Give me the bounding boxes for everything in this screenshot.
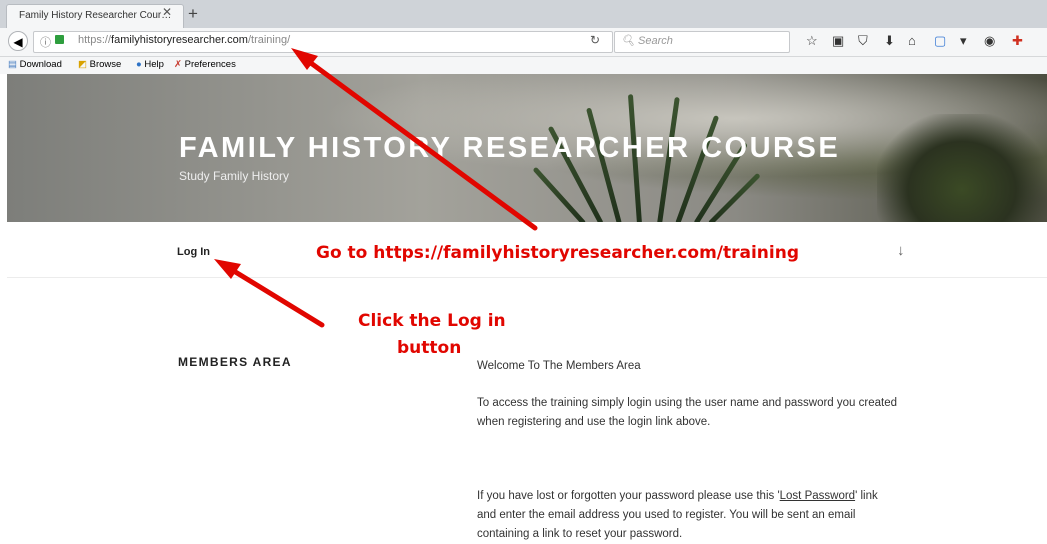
arrow-to-login-head (214, 259, 241, 279)
welcome-text: Welcome To The Members Area (477, 360, 641, 372)
reload-icon[interactable]: ↻ (590, 33, 600, 47)
url-domain: familyhistoryresearcher.com (111, 34, 248, 46)
info-icon[interactable]: ⓘ (40, 34, 51, 50)
tab-close-icon[interactable]: ✕ (162, 5, 172, 19)
arrow-to-login (221, 262, 325, 328)
url-text[interactable]: https://familyhistoryresearcher.com/trai… (78, 34, 290, 46)
notification-icon[interactable]: ✚ (1012, 33, 1023, 49)
preferences-bm-icon: ✗ (174, 59, 182, 70)
url-prefix: https:// (78, 34, 112, 46)
library-icon[interactable]: ▣ (832, 33, 844, 49)
download-bm-icon: ▤ (8, 59, 17, 70)
lost-password-link[interactable]: Lost Password (780, 490, 855, 502)
access-instructions: To access the training simply login usin… (477, 397, 897, 428)
browser-tab[interactable]: Family History Researcher Cour… (6, 4, 184, 28)
bookmark-help[interactable]: ● Help (136, 59, 164, 70)
annotation-click-line2: button (397, 338, 462, 358)
lock-icon (55, 35, 64, 44)
download-icon[interactable]: ⬇ (884, 33, 895, 49)
menu-dropdown-icon[interactable]: ▾ (960, 33, 967, 49)
site-title[interactable]: FAMILY HISTORY RESEARCHER COURSE (179, 132, 840, 165)
login-link[interactable]: Log In (177, 246, 210, 258)
nav-divider (7, 277, 1047, 278)
pocket-icon[interactable]: ⛉ (858, 33, 868, 49)
lost-pre: If you have lost or forgotten your passw… (477, 490, 780, 502)
bookmark-star-icon[interactable]: ☆ (806, 33, 818, 49)
annotation-click-line1: Click the Log in (358, 311, 506, 331)
scroll-down-icon[interactable]: ↓ (897, 242, 905, 259)
help-bm-icon: ● (136, 59, 142, 70)
bookmark-preferences[interactable]: ✗ Preferences (174, 59, 236, 70)
url-path: /training/ (247, 34, 291, 46)
new-tab-icon[interactable]: + (188, 4, 198, 24)
annotation-goto: Go to https://familyhistoryresearcher.co… (316, 243, 800, 263)
search-placeholder: 🔍︎ Search (621, 35, 673, 47)
extension-icon[interactable]: ◉ (984, 33, 995, 49)
site-tagline: Study Family History (179, 169, 290, 183)
bookmark-browse[interactable]: ◩ Browse (78, 59, 121, 70)
home-icon[interactable]: ⌂ (908, 33, 916, 48)
screenshot-icon[interactable]: ▢ (934, 33, 946, 49)
bookmark-download[interactable]: ▤ Download (8, 59, 62, 70)
back-button[interactable]: ◀ (8, 31, 28, 51)
browse-bm-icon: ◩ (78, 59, 87, 70)
lost-password-text: If you have lost or forgotten your passw… (477, 487, 897, 544)
section-title: MEMBERS AREA (178, 355, 292, 369)
